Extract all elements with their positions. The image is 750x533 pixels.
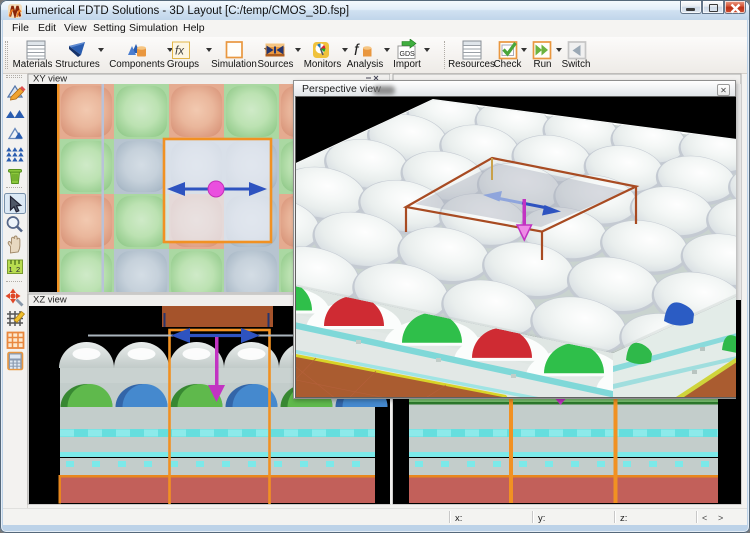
svg-text:XZ view: XZ view	[33, 295, 67, 306]
svg-text:XY view: XY view	[33, 74, 67, 85]
